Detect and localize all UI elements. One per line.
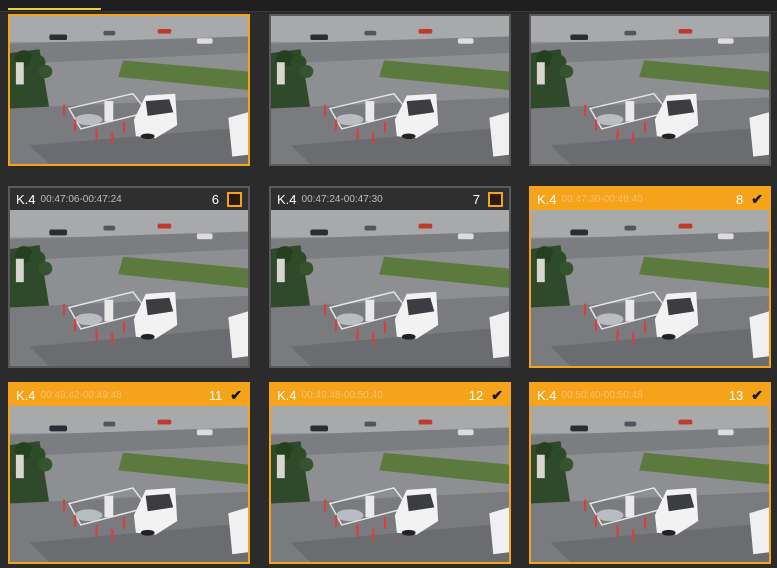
tile-header: K.4 00:47:30-00:48:40 8 ✔ [531, 188, 769, 210]
camera-snapshot [10, 210, 248, 366]
camera-snapshot [271, 406, 509, 562]
camera-label: K.4 [537, 387, 557, 403]
top-bar [0, 0, 777, 12]
tile-header: K.4 00:49:48-00:50:40 12 ✔ [271, 384, 509, 406]
select-checkbox[interactable] [488, 191, 503, 207]
thumbnail-tile-3[interactable] [529, 14, 771, 166]
thumbnail-tile-1[interactable] [8, 14, 250, 166]
thumbnail-tile-6[interactable]: K.4 00:47:06-00:47:24 6 [8, 186, 250, 368]
time-range: 00:49:48-00:50:40 [301, 389, 383, 401]
clip-number: 13 [728, 387, 744, 403]
clip-number: 7 [472, 191, 480, 207]
camera-label: K.4 [277, 191, 297, 207]
camera-snapshot [531, 16, 769, 164]
camera-snapshot [271, 16, 509, 164]
time-range: 00:49:42-00:49:48 [40, 389, 122, 401]
thumbnail-tile-8[interactable]: K.4 00:47:30-00:48:40 8 ✔ [529, 186, 771, 368]
camera-snapshot [10, 406, 248, 562]
thumbnail-tile-7[interactable]: K.4 00:47:24-00:47:30 7 [269, 186, 511, 368]
thumbnail-tile-11[interactable]: K.4 00:49:42-00:49:48 11 ✔ [8, 382, 250, 564]
camera-snapshot [531, 210, 769, 366]
camera-snapshot [10, 16, 248, 164]
camera-snapshot [271, 210, 509, 366]
time-range: 00:47:06-00:47:24 [40, 193, 122, 205]
time-range: 00:50:40-00:50:48 [561, 389, 643, 401]
tile-header: K.4 00:47:24-00:47:30 7 [271, 188, 509, 210]
time-range: 00:47:24-00:47:30 [301, 193, 383, 205]
checkmark-icon[interactable]: ✔ [751, 388, 763, 402]
tile-header: K.4 00:49:42-00:49:48 11 ✔ [10, 384, 248, 406]
thumbnail-grid: K.4 00:47:06-00:47:24 6 K.4 00:47:24-00:… [8, 14, 772, 566]
camera-label: K.4 [277, 387, 297, 403]
thumbnail-tile-13[interactable]: K.4 00:50:40-00:50:48 13 ✔ [529, 382, 771, 564]
select-checkbox[interactable] [227, 191, 242, 207]
clip-number: 8 [736, 191, 744, 207]
progress-bar [8, 8, 101, 10]
checkmark-icon[interactable]: ✔ [230, 388, 242, 402]
checkmark-icon[interactable]: ✔ [751, 192, 763, 206]
clip-number: 11 [208, 387, 223, 403]
thumbnail-tile-12[interactable]: K.4 00:49:48-00:50:40 12 ✔ [269, 382, 511, 564]
tile-header: K.4 00:50:40-00:50:48 13 ✔ [531, 384, 769, 406]
camera-snapshot [531, 406, 769, 562]
time-range: 00:47:30-00:48:40 [561, 193, 643, 205]
clip-number: 6 [211, 191, 219, 207]
camera-label: K.4 [16, 191, 36, 207]
checkmark-icon[interactable]: ✔ [491, 388, 503, 402]
clip-number: 12 [468, 387, 484, 403]
camera-label: K.4 [537, 191, 557, 207]
camera-label: K.4 [16, 387, 36, 403]
thumbnail-tile-2[interactable] [269, 14, 511, 166]
tile-header: K.4 00:47:06-00:47:24 6 [10, 188, 248, 210]
